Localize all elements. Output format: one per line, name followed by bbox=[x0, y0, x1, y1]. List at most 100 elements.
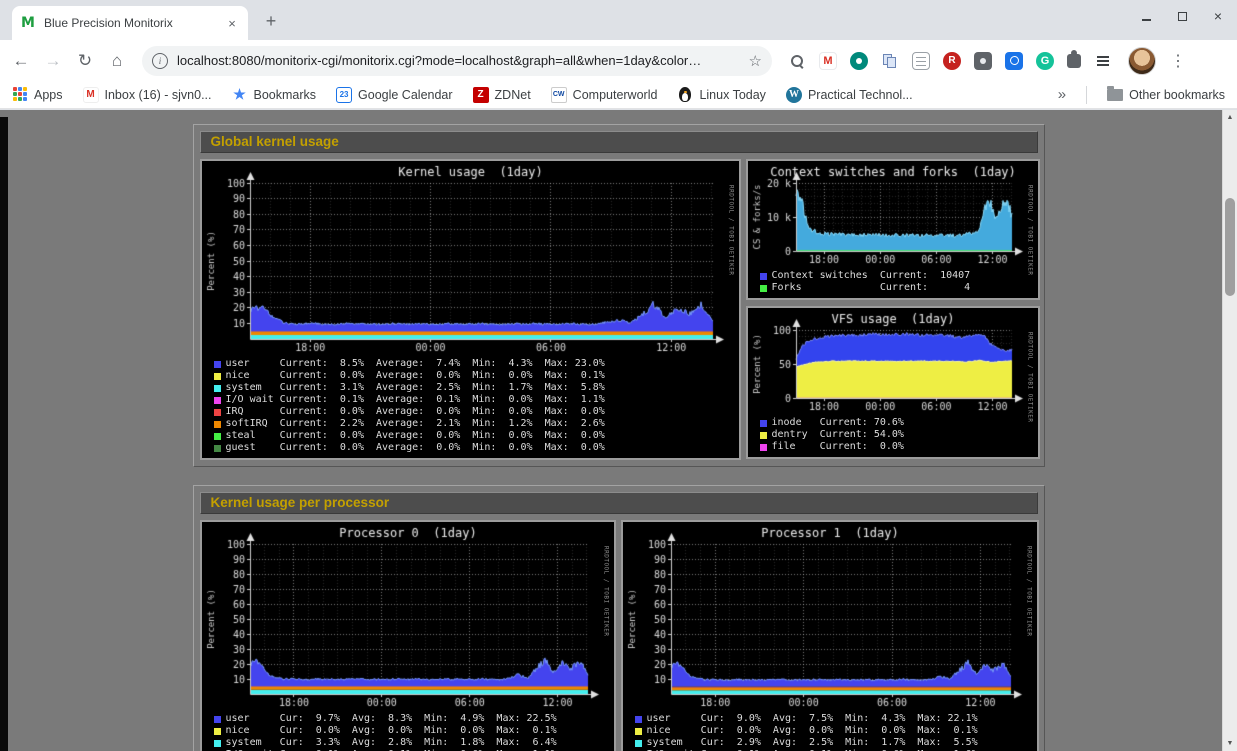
profile-avatar[interactable] bbox=[1128, 47, 1156, 75]
browser-menu-icon[interactable]: ⋮ bbox=[1170, 51, 1186, 71]
legend-text: dentry Current: 54.0% bbox=[772, 429, 904, 441]
vfs-usage-chart[interactable] bbox=[750, 310, 1036, 414]
kernel-usage-chart[interactable] bbox=[204, 163, 737, 355]
bookmarks-divider bbox=[1086, 86, 1087, 104]
legend-text: nice Cur: 0.0% Avg: 0.0% Min: 0.0% Max: … bbox=[647, 725, 978, 737]
processor0-chart[interactable] bbox=[204, 524, 612, 710]
legend-row: softIRQ Current: 2.2% Average: 2.1% Min:… bbox=[214, 418, 737, 430]
camera-extension-icon[interactable] bbox=[1005, 52, 1023, 70]
penguin-icon bbox=[679, 87, 691, 102]
legend-row: nice Current: 0.0% Average: 0.0% Min: 0.… bbox=[214, 370, 737, 382]
processor1-chart[interactable] bbox=[625, 524, 1035, 710]
vertical-scrollbar[interactable]: ▲ ▼ bbox=[1222, 110, 1237, 751]
extension-icons: M R G bbox=[788, 52, 1112, 70]
bookmark-label: Google Calendar bbox=[358, 88, 453, 102]
home-button[interactable]: ⌂ bbox=[104, 48, 130, 74]
minimize-icon bbox=[1142, 19, 1151, 21]
legend-text: system Current: 3.1% Average: 2.5% Min: … bbox=[226, 382, 605, 394]
bookmark-item-linuxtoday[interactable]: Linux Today bbox=[677, 87, 766, 103]
legend-swatch bbox=[214, 445, 221, 452]
processor1-legend: user Cur: 9.0% Avg: 7.5% Min: 4.3% Max: … bbox=[625, 710, 1035, 751]
gmail-icon[interactable]: M bbox=[819, 52, 837, 70]
legend-row: file Current: 0.0% bbox=[760, 441, 1036, 453]
legend-text: I/O wait Current: 0.1% Average: 0.1% Min… bbox=[226, 394, 605, 406]
gmail-icon: M bbox=[83, 87, 99, 103]
bookmark-star-icon[interactable]: ☆ bbox=[749, 52, 762, 70]
address-bar[interactable]: i localhost:8080/monitorix-cgi/monitorix… bbox=[142, 46, 772, 76]
window-close-button[interactable]: × bbox=[1211, 9, 1225, 23]
new-tab-button[interactable]: + bbox=[258, 8, 284, 34]
bookmark-item-bookmarks[interactable]: ★ Bookmarks bbox=[232, 87, 317, 103]
legend-text: nice Current: 0.0% Average: 0.0% Min: 0.… bbox=[226, 370, 605, 382]
legend-swatch bbox=[214, 385, 221, 392]
window-minimize-button[interactable] bbox=[1139, 9, 1153, 23]
legend-text: softIRQ Current: 2.2% Average: 2.1% Min:… bbox=[226, 418, 605, 430]
legend-row: user Cur: 9.7% Avg: 8.3% Min: 4.9% Max: … bbox=[214, 713, 612, 725]
browser-toolbar: ← → ↻ ⌂ i localhost:8080/monitorix-cgi/m… bbox=[0, 40, 1237, 81]
legend-swatch bbox=[760, 420, 767, 427]
section-title: Kernel usage per processor bbox=[200, 492, 1038, 514]
list-extension-icon[interactable] bbox=[1094, 52, 1112, 70]
bookmark-label: Apps bbox=[34, 88, 63, 102]
section-global-kernel-usage: Global kernel usage RRDTOOL / TOBI OETIK… bbox=[193, 124, 1045, 467]
page-content: Global kernel usage RRDTOOL / TOBI OETIK… bbox=[0, 110, 1237, 751]
legend-text: system Cur: 3.3% Avg: 2.8% Min: 1.8% Max… bbox=[226, 737, 557, 749]
legend-row: Context switches Current: 10407 bbox=[760, 270, 1036, 282]
context-switches-chart[interactable] bbox=[750, 163, 1036, 267]
legend-row: I/O wait Current: 0.1% Average: 0.1% Min… bbox=[214, 394, 737, 406]
browser-tab[interactable]: M Blue Precision Monitorix × bbox=[12, 6, 248, 40]
bookmark-item-zdnet[interactable]: Z ZDNet bbox=[473, 87, 531, 103]
url-text: localhost:8080/monitorix-cgi/monitorix.c… bbox=[177, 53, 743, 68]
bookmarks-overflow-chevron[interactable]: » bbox=[1058, 86, 1066, 103]
page-info-icon[interactable]: i bbox=[152, 53, 168, 69]
vfs-usage-panel: RRDTOOL / TOBI OETIKER inode Current: 70… bbox=[746, 306, 1040, 459]
scroll-down-icon[interactable]: ▼ bbox=[1223, 740, 1237, 747]
extension-icon-2[interactable] bbox=[974, 52, 992, 70]
extensions-puzzle-icon[interactable] bbox=[1067, 54, 1081, 68]
legend-text: user Cur: 9.7% Avg: 8.3% Min: 4.9% Max: … bbox=[226, 713, 557, 725]
section-kernel-per-processor: Kernel usage per processor RRDTOOL / TOB… bbox=[193, 485, 1045, 751]
rrdtool-watermark: RRDTOOL / TOBI OETIKER bbox=[1026, 546, 1033, 636]
other-bookmarks-button[interactable]: Other bookmarks bbox=[1107, 88, 1225, 102]
zdnet-icon: Z bbox=[473, 87, 489, 103]
bookmark-item-inbox[interactable]: M Inbox (16) - sjvn0... bbox=[83, 87, 212, 103]
pin-extension-icon[interactable] bbox=[850, 52, 868, 70]
kernel-usage-legend: user Current: 8.5% Average: 7.4% Min: 4.… bbox=[204, 355, 737, 456]
bookmark-label: ZDNet bbox=[495, 88, 531, 102]
legend-swatch bbox=[214, 433, 221, 440]
scroll-up-icon[interactable]: ▲ bbox=[1223, 114, 1237, 121]
legend-row: Forks Current: 4 bbox=[760, 282, 1036, 294]
legend-text: steal Current: 0.0% Average: 0.0% Min: 0… bbox=[226, 430, 605, 442]
grammarly-icon[interactable]: G bbox=[1036, 52, 1054, 70]
window-maximize-button[interactable] bbox=[1175, 9, 1189, 23]
legend-text: Context switches Current: 10407 bbox=[772, 270, 971, 282]
copy-extension-icon[interactable] bbox=[881, 52, 899, 70]
document-extension-icon[interactable] bbox=[912, 52, 930, 70]
legend-swatch bbox=[214, 373, 221, 380]
context-switches-panel: RRDTOOL / TOBI OETIKER Context switches … bbox=[746, 159, 1040, 300]
legend-swatch bbox=[760, 285, 767, 292]
back-button[interactable]: ← bbox=[8, 48, 34, 74]
bookmark-item-computerworld[interactable]: CW Computerworld bbox=[551, 87, 658, 103]
legend-swatch bbox=[214, 740, 221, 747]
legend-swatch bbox=[214, 421, 221, 428]
bookmark-item-calendar[interactable]: 23 Google Calendar bbox=[336, 87, 453, 103]
forward-button[interactable]: → bbox=[40, 48, 66, 74]
legend-row: user Current: 8.5% Average: 7.4% Min: 4.… bbox=[214, 358, 737, 370]
legend-text: file Current: 0.0% bbox=[772, 441, 904, 453]
legend-swatch bbox=[214, 409, 221, 416]
bookmark-item-practical[interactable]: W Practical Technol... bbox=[786, 87, 913, 103]
reload-button[interactable]: ↻ bbox=[72, 48, 98, 74]
tab-close-icon[interactable]: × bbox=[224, 16, 240, 31]
legend-row: system Cur: 2.9% Avg: 2.5% Min: 1.7% Max… bbox=[635, 737, 1035, 749]
extension-icon-1[interactable]: R bbox=[943, 52, 961, 70]
scrollbar-thumb[interactable] bbox=[1225, 198, 1235, 296]
legend-text: inode Current: 70.6% bbox=[772, 417, 904, 429]
legend-swatch bbox=[214, 361, 221, 368]
apps-shortcut[interactable]: Apps bbox=[12, 87, 63, 103]
search-icon[interactable] bbox=[788, 52, 806, 70]
legend-text: user Current: 8.5% Average: 7.4% Min: 4.… bbox=[226, 358, 605, 370]
legend-row: inode Current: 70.6% bbox=[760, 417, 1036, 429]
legend-row: IRQ Current: 0.0% Average: 0.0% Min: 0.0… bbox=[214, 406, 737, 418]
legend-text: user Cur: 9.0% Avg: 7.5% Min: 4.3% Max: … bbox=[647, 713, 978, 725]
